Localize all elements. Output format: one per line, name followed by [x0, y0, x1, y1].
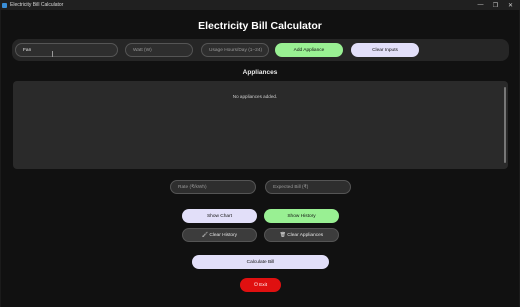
maximize-button[interactable]: ❐	[488, 0, 503, 10]
add-appliance-button[interactable]: Add Appliance	[275, 43, 343, 57]
show-chart-button[interactable]: Show Chart	[182, 209, 257, 223]
show-history-button[interactable]: Show History	[264, 209, 339, 223]
empty-message: No appliances added.	[232, 94, 278, 99]
watt-input[interactable]: Watt (W)	[125, 43, 193, 57]
title-bar: Electricity Bill Calculator — ❐ ✕	[0, 0, 520, 10]
usage-hours-input[interactable]: Usage Hours/Day (1–24)	[201, 43, 269, 57]
appliances-heading: Appliances	[242, 69, 278, 76]
appliance-name-input[interactable]: Fan	[15, 43, 118, 57]
clear-history-button[interactable]: 🖌 Clear History	[182, 228, 257, 242]
input-bar: Fan Watt (W) Usage Hours/Day (1–24) Add …	[12, 39, 509, 61]
appliances-list[interactable]: No appliances added.	[13, 81, 508, 169]
calculate-bill-button[interactable]: Calculate Bill	[192, 255, 329, 269]
exit-button[interactable]: ⏻ Exit	[240, 278, 281, 292]
close-button[interactable]: ✕	[503, 0, 518, 10]
scrollbar[interactable]	[504, 87, 506, 163]
text-cursor	[52, 51, 53, 57]
window-controls: — ❐ ✕	[473, 0, 518, 10]
clear-appliances-button[interactable]: 🗑 Clear Appliances	[264, 228, 339, 242]
window-title: Electricity Bill Calculator	[10, 2, 64, 8]
clear-inputs-button[interactable]: Clear Inputs	[351, 43, 419, 57]
rate-input[interactable]: Rate (₹/kWh)	[170, 180, 256, 194]
app-icon	[2, 2, 7, 8]
page-title: Electricity Bill Calculator	[198, 20, 322, 32]
expected-bill-input[interactable]: Expected Bill (₹)	[265, 180, 351, 194]
minimize-button[interactable]: —	[473, 0, 488, 10]
